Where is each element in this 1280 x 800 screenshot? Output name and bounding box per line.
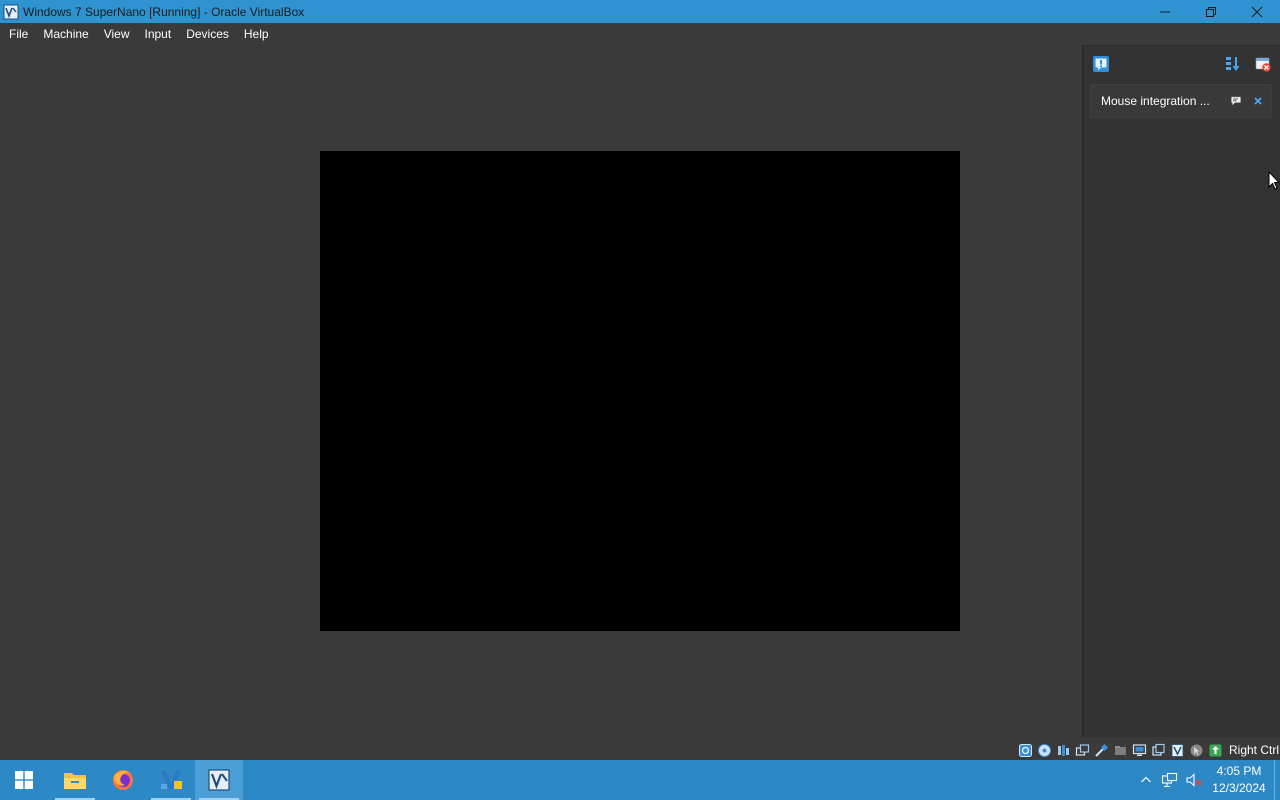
windows-start-icon — [15, 771, 33, 789]
notification-icon — [1093, 56, 1109, 72]
status-bar: Right Ctrl — [0, 740, 1280, 760]
window-title: Windows 7 SuperNano [Running] - Oracle V… — [23, 4, 305, 19]
system-tray: 4:05 PM 12/3/2024 — [1134, 760, 1280, 800]
menu-input[interactable]: Input — [139, 23, 178, 45]
volume-muted-icon — [1186, 773, 1202, 787]
vscode-icon — [161, 771, 182, 789]
restore-button[interactable] — [1188, 0, 1234, 23]
virtualbox-icon[interactable] — [3, 4, 19, 20]
menu-devices[interactable]: Devices — [180, 23, 235, 45]
taskbar-firefox[interactable] — [99, 760, 147, 800]
notification-text: Mouse integration ... — [1101, 94, 1210, 108]
mouse-pointer-icon — [1268, 171, 1280, 190]
taskbar-clock[interactable]: 4:05 PM 12/3/2024 — [1208, 763, 1270, 797]
firefox-icon — [113, 770, 133, 790]
show-desktop-button[interactable] — [1274, 760, 1280, 800]
network-icon[interactable] — [1074, 742, 1091, 758]
menu-view[interactable]: View — [98, 23, 136, 45]
notification-item: Mouse integration ... — [1090, 84, 1272, 118]
usb-icon[interactable] — [1093, 742, 1110, 758]
menu-help[interactable]: Help — [238, 23, 275, 45]
vm-screen[interactable] — [320, 151, 960, 631]
clock-time: 4:05 PM — [1216, 764, 1262, 778]
clear-notifications-button[interactable] — [1252, 53, 1274, 75]
audio-icon[interactable] — [1055, 742, 1072, 758]
host-key-label: Right Ctrl — [1228, 743, 1279, 757]
notification-center: Mouse integration ... — [1082, 45, 1280, 737]
network-icon — [1161, 772, 1178, 788]
menu-bar: File Machine View Input Devices Help — [0, 23, 1280, 45]
clear-all-icon — [1255, 57, 1271, 72]
virtualization-icon[interactable] — [1169, 742, 1186, 758]
recording-icon[interactable] — [1150, 742, 1167, 758]
notification-close-button[interactable] — [1249, 92, 1267, 110]
taskbar-virtualbox[interactable] — [195, 760, 243, 800]
start-button[interactable] — [0, 760, 48, 800]
optical-drive-icon[interactable] — [1036, 742, 1053, 758]
minimize-button[interactable] — [1142, 0, 1188, 23]
show-hidden-icons-button[interactable] — [1134, 760, 1158, 800]
file-explorer-icon — [64, 773, 86, 789]
title-bar: Windows 7 SuperNano [Running] - Oracle V… — [0, 0, 1280, 23]
chevron-up-icon — [1141, 776, 1151, 783]
display-icon[interactable] — [1131, 742, 1148, 758]
network-tray-button[interactable] — [1158, 760, 1182, 800]
minimize-icon — [1160, 11, 1170, 12]
virtualbox-icon — [208, 769, 230, 791]
close-icon — [1254, 97, 1262, 105]
menu-machine[interactable]: Machine — [37, 23, 94, 45]
close-icon — [1251, 6, 1263, 17]
help-icon — [1231, 96, 1241, 106]
sort-notifications-button[interactable] — [1222, 53, 1244, 75]
taskbar: 4:05 PM 12/3/2024 — [0, 760, 1280, 800]
restore-icon — [1206, 6, 1216, 17]
notification-toolbar — [1084, 46, 1280, 82]
clock-date: 12/3/2024 — [1212, 781, 1266, 795]
sort-icon — [1226, 57, 1240, 71]
notification-center-toggle-button[interactable] — [1090, 53, 1112, 75]
window-controls — [1142, 0, 1280, 23]
vm-display-area — [0, 45, 1082, 740]
taskbar-file-explorer[interactable] — [51, 760, 99, 800]
hard-disk-icon[interactable] — [1017, 742, 1034, 758]
close-button[interactable] — [1234, 0, 1280, 23]
mouse-integration-icon[interactable] — [1188, 742, 1205, 758]
shared-folders-icon[interactable] — [1112, 742, 1129, 758]
taskbar-vscode[interactable] — [147, 760, 195, 800]
host-key-icon[interactable] — [1207, 742, 1224, 758]
notification-help-button[interactable] — [1227, 92, 1245, 110]
menu-file[interactable]: File — [3, 23, 34, 45]
volume-tray-button[interactable] — [1182, 760, 1206, 800]
